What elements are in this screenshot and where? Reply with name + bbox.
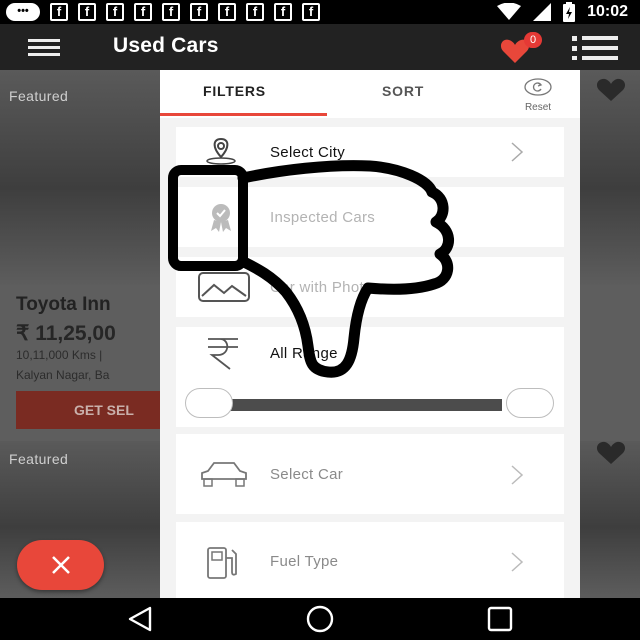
car-icon: [201, 462, 247, 487]
filter-row-price-range: All Range: [176, 327, 564, 427]
filter-tabs: FILTERS SORT Reset: [160, 70, 580, 118]
price-range-track[interactable]: [192, 399, 502, 411]
featured-badge: Featured: [9, 451, 69, 467]
notification-icons: ••• f f f f f f f f f f: [6, 3, 320, 21]
facebook-icon: f: [106, 3, 124, 21]
shortlist-count-badge: 0: [524, 32, 542, 48]
close-filters-button[interactable]: [17, 540, 104, 590]
shortlist-button[interactable]: 0: [500, 32, 542, 64]
price-range-min-handle[interactable]: [185, 388, 233, 418]
filter-row-city[interactable]: Select City: [176, 127, 564, 177]
screen: ••• f f f f f f f f f f 10:02 Used Cars …: [0, 0, 640, 640]
price-range-max-handle[interactable]: [506, 388, 554, 418]
filter-row-label: Select Car: [270, 466, 344, 483]
chevron-right-icon: [511, 142, 524, 162]
favorite-heart-icon[interactable]: [596, 441, 626, 465]
back-icon[interactable]: [126, 606, 154, 632]
facebook-icon: f: [218, 3, 236, 21]
system-icons: 10:02: [497, 2, 628, 22]
badge-ribbon-icon: [211, 204, 231, 232]
hamburger-menu-icon[interactable]: [28, 39, 60, 56]
reset-label: Reset: [524, 102, 552, 113]
chevron-right-icon: [511, 465, 524, 485]
facebook-icon: f: [246, 3, 264, 21]
filter-row-car[interactable]: Select Car: [176, 434, 564, 514]
car-name: Toyota Inn: [16, 294, 111, 315]
filter-row-label: Inspected Cars: [270, 209, 376, 226]
facebook-icon: f: [302, 3, 320, 21]
filter-panel: FILTERS SORT Reset Select City Inspected…: [160, 70, 580, 598]
wifi-icon: [497, 3, 522, 20]
filter-row-label: Car with Photo: [270, 279, 373, 296]
tab-sort[interactable]: SORT: [382, 83, 424, 99]
app-bar: Used Cars 0: [0, 24, 640, 70]
car-kms: 10,11,000 Kms |: [16, 348, 103, 362]
messages-icon: •••: [6, 3, 40, 21]
filter-row-photo[interactable]: Car with Photo: [176, 257, 564, 317]
filter-row-label: All Range: [270, 345, 338, 362]
navigation-bar: [0, 598, 640, 640]
battery-icon: [563, 2, 576, 22]
status-bar: ••• f f f f f f f f f f 10:02: [0, 0, 640, 24]
facebook-icon: f: [134, 3, 152, 21]
featured-badge: Featured: [9, 88, 69, 104]
favorite-heart-icon[interactable]: [596, 78, 626, 102]
list-menu-icon[interactable]: [572, 36, 618, 60]
close-icon: [52, 556, 70, 574]
reset-icon: [524, 78, 552, 96]
filter-row-fuel[interactable]: Fuel Type: [176, 522, 564, 598]
signal-icon: [533, 3, 552, 21]
filter-row-label: Fuel Type: [270, 553, 339, 570]
facebook-icon: f: [190, 3, 208, 21]
facebook-icon: f: [50, 3, 68, 21]
car-location: Kalyan Nagar, Ba: [16, 368, 110, 382]
facebook-icon: f: [162, 3, 180, 21]
clock: 10:02: [587, 3, 628, 20]
fuel-pump-icon: [207, 547, 237, 579]
car-price: ₹ 11,25,00: [16, 322, 116, 345]
filter-row-inspected[interactable]: Inspected Cars: [176, 187, 564, 247]
reset-button[interactable]: Reset: [516, 78, 560, 113]
page-title: Used Cars: [113, 34, 219, 57]
chevron-right-icon: [511, 552, 524, 572]
facebook-icon: f: [274, 3, 292, 21]
tab-filters[interactable]: FILTERS: [203, 83, 266, 99]
location-pin-icon: [206, 137, 236, 165]
rupee-icon: [208, 338, 238, 370]
filter-row-label: Select City: [270, 144, 345, 161]
image-icon: [198, 272, 250, 302]
recents-icon[interactable]: [487, 606, 513, 632]
active-tab-indicator: [160, 113, 327, 116]
home-icon[interactable]: [305, 604, 335, 634]
facebook-icon: f: [78, 3, 96, 21]
